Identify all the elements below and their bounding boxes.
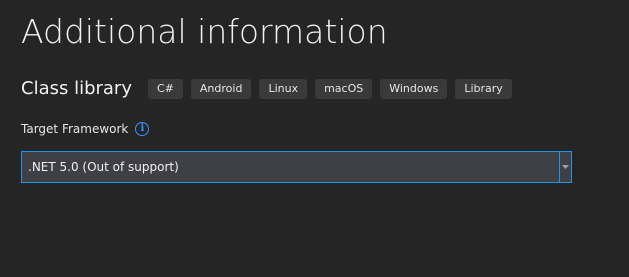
page-title: Additional information: [21, 12, 388, 51]
chevron-down-icon: [562, 165, 569, 169]
target-framework-selected-value: .NET 5.0 (Out of support): [28, 160, 179, 174]
tag-linux: Linux: [259, 79, 308, 99]
template-name: Class library: [21, 77, 132, 99]
target-framework-label: Target Framework: [21, 122, 129, 136]
tag-windows: Windows: [380, 79, 448, 99]
target-framework-select[interactable]: .NET 5.0 (Out of support): [21, 151, 572, 183]
tag-macos: macOS: [315, 79, 373, 99]
dropdown-toggle[interactable]: [559, 152, 571, 182]
tag-csharp: C#: [148, 79, 183, 99]
tag-library: Library: [455, 79, 512, 99]
target-framework-label-row: Target Framework i: [21, 122, 150, 136]
tag-android: Android: [190, 79, 252, 99]
template-header: Class library C# Android Linux macOS Win…: [21, 78, 520, 100]
info-icon[interactable]: i: [135, 122, 150, 136]
